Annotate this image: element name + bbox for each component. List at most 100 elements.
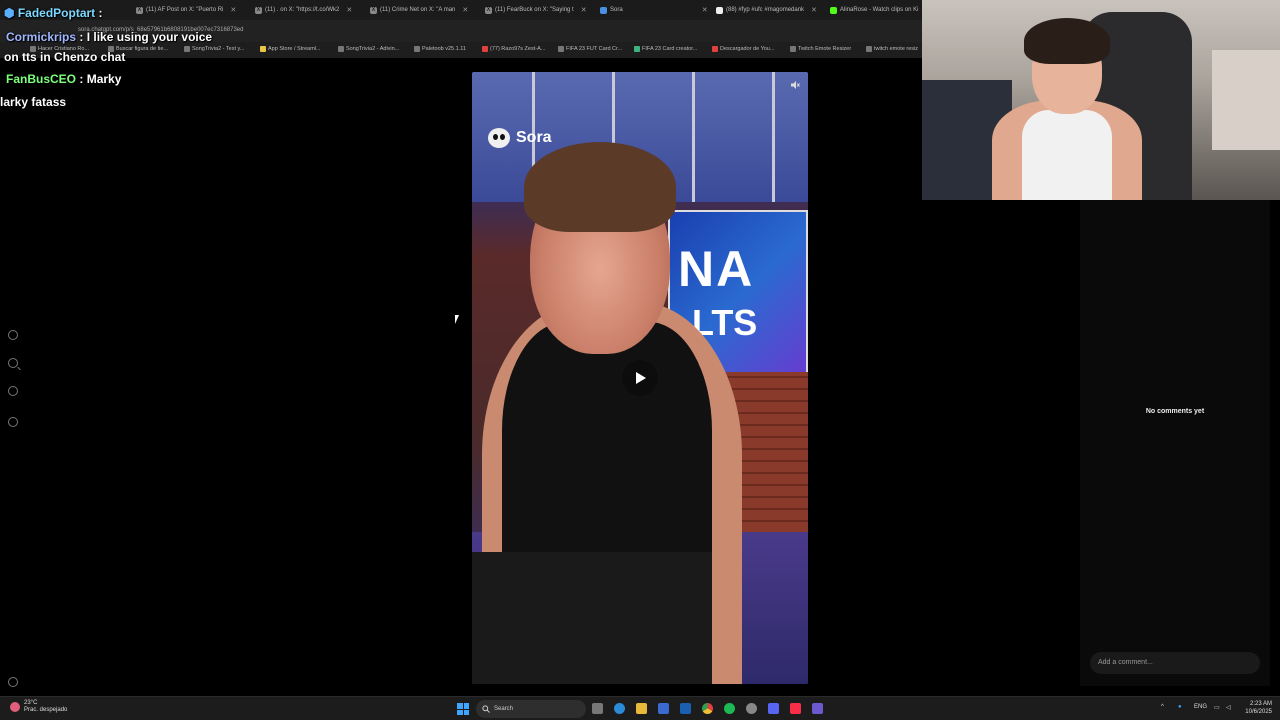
discord-icon[interactable] — [768, 703, 779, 714]
x-icon: X — [485, 6, 492, 14]
close-icon[interactable]: ✕ — [702, 6, 708, 14]
profile-icon[interactable] — [8, 417, 18, 427]
bookmark-icon — [712, 46, 718, 52]
start-button[interactable] — [457, 703, 469, 715]
webcam-shelf — [1212, 50, 1280, 150]
play-button[interactable] — [622, 360, 658, 396]
tab-sora[interactable]: Sora ✕ — [600, 3, 708, 17]
weather-widget[interactable]: 23°C Prac. despejado — [10, 700, 67, 714]
taskbar-search[interactable]: Search — [476, 700, 586, 718]
add-icon[interactable] — [8, 330, 18, 340]
settings-icon[interactable] — [8, 677, 18, 687]
close-icon[interactable]: ✕ — [811, 6, 817, 14]
webcam-overlay — [922, 0, 1280, 200]
chat-username: Cormickrips — [6, 30, 77, 44]
tab-label: (11) FearBuck on X: "Saying t — [495, 7, 574, 13]
sora-watermark-text: Sora — [516, 129, 552, 146]
bookmark-icon — [558, 46, 564, 52]
clock-time: 2:23 AM — [1249, 701, 1272, 707]
bell-icon[interactable] — [8, 386, 18, 396]
tab-link-post[interactable]: X (11) . on X: "https://t.co/Wk2 ✕ — [255, 3, 361, 17]
bookmark-item[interactable]: App Store / Streaml... — [260, 46, 321, 52]
kick-icon — [830, 6, 837, 14]
bookmark-icon — [634, 46, 640, 52]
search-icon — [482, 705, 490, 713]
x-icon: X — [136, 6, 143, 14]
bookmarks-bar: Hacer Cristiano Ro... Buscar figura de t… — [0, 42, 922, 58]
bookmark-icon — [414, 46, 420, 52]
bookmark-item[interactable]: SongTrivia2 - Adivin... — [338, 46, 399, 52]
chat-text: on tts in Chenzo chat — [4, 50, 126, 64]
close-icon[interactable]: ✕ — [346, 6, 352, 14]
mic-icon[interactable]: ● — [1178, 704, 1182, 710]
windows-taskbar: 23°C Prac. despejado Search ^ ● ENG ▭ ◁ — [0, 696, 1280, 720]
close-icon[interactable]: ✕ — [581, 6, 587, 14]
bookmark-item[interactable]: Paletoob v25.1.11 — [414, 46, 466, 52]
bookmark-icon — [866, 46, 872, 52]
tab-label: (11) AF Post on X: "Puerto Ri — [146, 7, 224, 13]
chrome-icon[interactable] — [702, 703, 713, 714]
bookmark-item[interactable]: (77) Razo97s Zest-A... — [482, 46, 545, 52]
bookmark-item[interactable]: SongTrivia2 - Test y... — [184, 46, 244, 52]
clock-date: 10/6/2025 — [1245, 709, 1272, 715]
network-icon[interactable]: ▭ — [1214, 704, 1220, 711]
app-icon[interactable] — [812, 703, 823, 714]
chat-message: Cormickrips : I like using your voice — [6, 30, 212, 44]
screen: X (11) AF Post on X: "Puerto Ri ✕ X (11)… — [0, 0, 1280, 720]
badge-icon: ⬢ — [4, 6, 15, 20]
video-player[interactable]: NA LTS Sora — [472, 72, 808, 684]
chevron-up-icon[interactable]: ^ — [1161, 704, 1164, 710]
music-icon[interactable] — [790, 703, 801, 714]
tab-af-post[interactable]: X (11) AF Post on X: "Puerto Ri ✕ — [136, 3, 246, 17]
comments-panel: No comments yet Add a comment... — [1080, 200, 1270, 686]
weather-temp: 23°C — [24, 700, 38, 706]
speaker-icon[interactable] — [790, 80, 800, 90]
x-icon: X — [370, 6, 377, 14]
sora-icon — [600, 6, 607, 14]
bookmark-item[interactable]: Descargador de You... — [712, 46, 774, 52]
spotify-icon[interactable] — [724, 703, 735, 714]
weather-icon — [10, 702, 20, 712]
system-clock[interactable]: 2:23 AM 10/6/2025 — [1236, 700, 1272, 716]
task-view-icon[interactable] — [592, 703, 603, 714]
x-icon: X — [255, 6, 262, 14]
search-icon[interactable] — [8, 358, 18, 368]
tab-kick[interactable]: AlinaRose - Watch clips on Ki — [830, 3, 922, 17]
bookmark-item[interactable]: Twitch Emote Resizer — [790, 46, 851, 52]
chat-message-continued: on tts in Chenzo chat — [4, 50, 125, 64]
chat-text: I like using your voice — [86, 30, 213, 44]
sora-watermark: Sora — [488, 128, 552, 148]
volume-icon[interactable]: ◁ — [1226, 704, 1231, 711]
tab-tiktok[interactable]: (88) #fyp #ufc #magomedank ✕ — [716, 3, 822, 17]
tab-label: (11) Crime Net on X: "A man — [380, 7, 456, 13]
mail-icon[interactable] — [680, 703, 691, 714]
bookmark-item[interactable]: FIFA 23 Card creator... — [634, 46, 697, 52]
chat-username: FadedPoptart — [17, 6, 96, 20]
file-explorer-icon[interactable] — [636, 703, 647, 714]
tab-label: AlinaRose - Watch clips on Ki — [840, 7, 919, 13]
mouse-cursor — [455, 315, 459, 324]
bookmark-item[interactable]: twitch emote resiz — [866, 46, 918, 52]
tab-crime-net[interactable]: X (11) Crime Net on X: "A man ✕ — [370, 3, 476, 17]
chat-separator: : — [79, 30, 84, 44]
weather-desc: Prac. despejado — [24, 707, 68, 713]
chat-message: FanBusCEO : Marky — [6, 72, 121, 86]
tab-fearbuck[interactable]: X (11) FearBuck on X: "Saying t ✕ — [485, 3, 591, 17]
chat-text: larky fatass — [0, 95, 67, 109]
bookmark-icon — [184, 46, 190, 52]
youtube-icon — [482, 46, 488, 52]
tab-label: (11) . on X: "https://t.co/Wk2 — [265, 7, 340, 13]
close-icon[interactable]: ✕ — [462, 6, 468, 14]
close-icon[interactable]: ✕ — [230, 6, 236, 14]
obs-icon[interactable] — [746, 703, 757, 714]
tab-label: (88) #fyp #ufc #magomedank — [726, 7, 805, 13]
tab-label: Sora — [610, 7, 623, 13]
store-icon[interactable] — [658, 703, 669, 714]
language-indicator[interactable]: ENG — [1194, 704, 1207, 710]
sora-logo-icon — [488, 128, 510, 148]
edge-icon[interactable] — [614, 703, 625, 714]
add-comment-input[interactable]: Add a comment... — [1090, 652, 1260, 674]
screen-text: NA — [678, 241, 755, 297]
bookmark-icon — [790, 46, 796, 52]
bookmark-item[interactable]: FIFA 23 FUT Card Cr... — [558, 46, 622, 52]
